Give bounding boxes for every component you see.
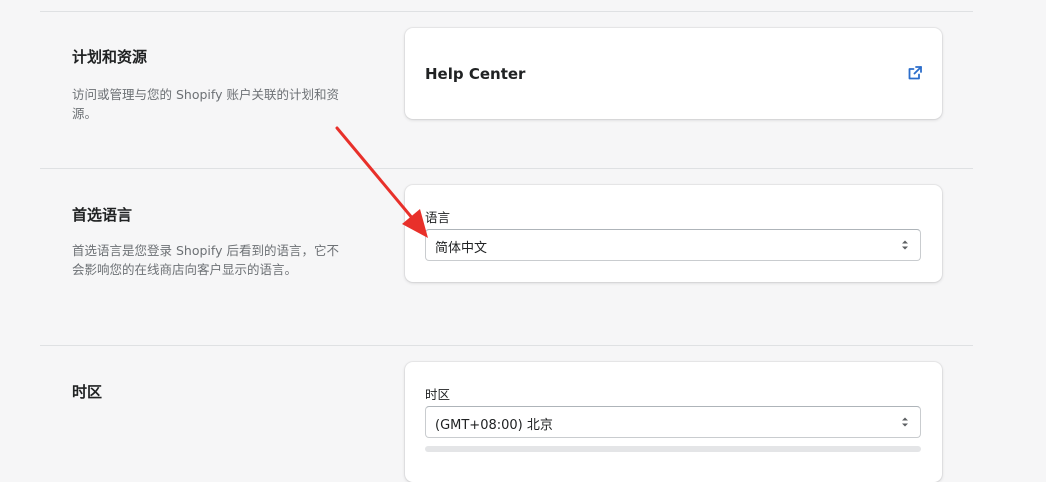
timezone-helper-text-cutoff — [425, 446, 921, 452]
help-center-link[interactable]: Help Center — [425, 65, 525, 83]
timezone-section-info: 时区 — [72, 381, 347, 402]
language-select-value: 简体中文 — [435, 241, 488, 256]
section-divider-2 — [40, 345, 973, 346]
external-link-icon[interactable] — [908, 66, 922, 80]
plans-section-description: 访问或管理与您的 Shopify 账户关联的计划和资源。 — [72, 87, 339, 121]
plans-section-title: 计划和资源 — [72, 48, 148, 66]
language-card: 语言 简体中文 — [405, 185, 942, 282]
language-section-info: 首选语言 首选语言是您登录 Shopify 后看到的语言，它不会影响您的在线商店… — [72, 204, 347, 279]
timezone-card: 时区 (GMT+08:00) 北京 — [405, 362, 942, 482]
language-section-title: 首选语言 — [72, 206, 133, 224]
section-divider-1 — [40, 168, 973, 169]
timezone-section-title: 时区 — [72, 383, 103, 401]
language-section-description: 首选语言是您登录 Shopify 后看到的语言，它不会影响您的在线商店向客户显示… — [72, 243, 339, 277]
timezone-select-value: (GMT+08:00) 北京 — [435, 418, 553, 433]
select-arrows-icon — [902, 240, 908, 250]
language-select[interactable]: 简体中文 — [425, 229, 921, 261]
plans-section-info: 计划和资源 访问或管理与您的 Shopify 账户关联的计划和资源。 — [72, 46, 347, 123]
language-field-label: 语言 — [425, 210, 451, 225]
timezone-field-label: 时区 — [425, 387, 451, 402]
select-arrows-icon — [902, 417, 908, 427]
timezone-select[interactable]: (GMT+08:00) 北京 — [425, 406, 921, 438]
help-center-card[interactable]: Help Center — [405, 28, 942, 119]
top-divider — [40, 11, 973, 12]
